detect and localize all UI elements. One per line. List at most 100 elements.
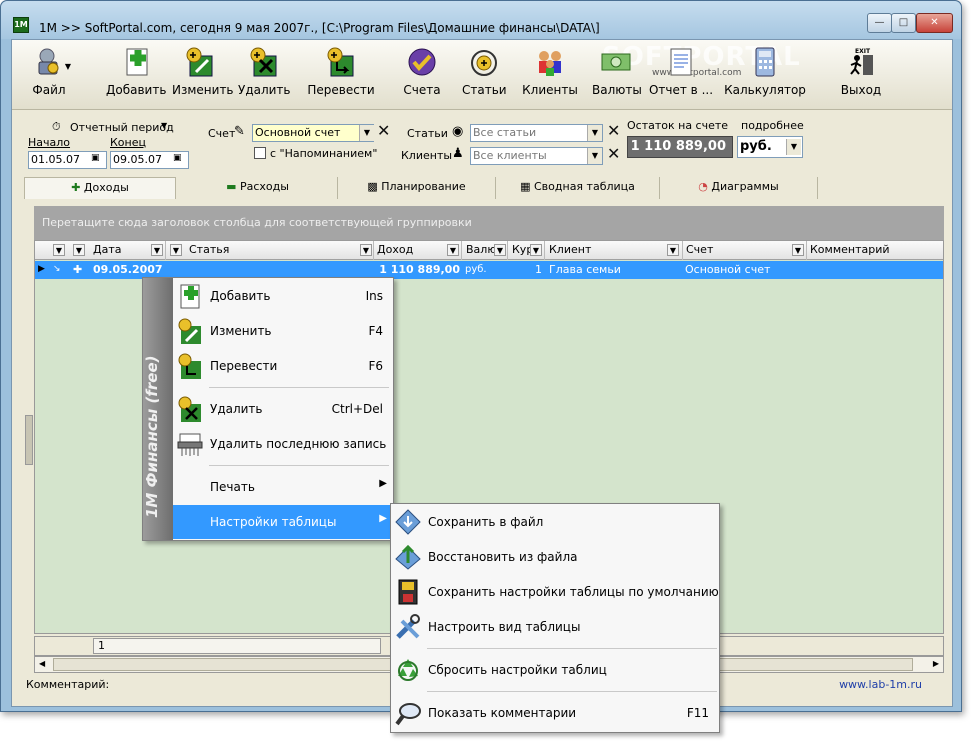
chevron-down-icon[interactable]: ▼ <box>53 244 65 256</box>
menu-item-print[interactable]: Печать ▶ <box>173 470 393 504</box>
column-income-label: Доход <box>377 243 414 256</box>
column-header-account[interactable]: Счет <box>683 241 807 260</box>
clients-button[interactable]: Клиенты <box>522 46 578 102</box>
menu-item-table-settings[interactable]: Настройки таблицы ▶ <box>173 505 393 539</box>
submenu-arrow-icon: ▶ <box>379 478 387 489</box>
chevron-down-icon[interactable]: ▼ <box>447 244 459 256</box>
calendar-icon[interactable]: ▣ <box>173 153 182 163</box>
chevron-down-icon[interactable]: ▼ <box>786 139 801 155</box>
add-button[interactable]: Добавить <box>106 46 166 102</box>
chevron-down-icon[interactable]: ▼ <box>151 244 163 256</box>
column-date-label: Дата <box>93 243 122 256</box>
reminder-checkbox[interactable] <box>254 147 266 159</box>
maximize-button[interactable]: □ <box>891 13 916 33</box>
articles-filter-icon: ◉ <box>452 124 464 139</box>
column-header-client[interactable]: Клиент <box>546 241 683 260</box>
chevron-down-icon[interactable]: ▼ <box>530 244 542 256</box>
currencies-icon <box>600 46 632 78</box>
submenu-item-customize-label: Настроить вид таблицы <box>428 620 581 634</box>
toolbar: SOFTPORTAL www.softportal.com ▼ Файл Доб… <box>12 40 952 110</box>
chevron-down-icon[interactable]: ▼ <box>359 125 374 141</box>
clients-label: Клиенты <box>522 83 578 97</box>
title-bar[interactable]: 1M 1М >> SoftPortal.com, сегодня 9 мая 2… <box>1 1 961 39</box>
tab-charts[interactable]: ◔ Диаграммы <box>660 177 818 199</box>
tab-expenses[interactable]: ▬ Расходы <box>178 177 338 199</box>
scroll-left-icon[interactable]: ◀ <box>39 659 45 668</box>
menu-item-delete[interactable]: Удалить Ctrl+Del <box>173 392 393 426</box>
chevron-down-icon[interactable]: ▼ <box>73 244 85 256</box>
add-label: Добавить <box>106 83 167 97</box>
report-button[interactable]: Отчет в ... <box>648 46 714 102</box>
chevron-down-icon[interactable]: ▼ <box>360 244 372 256</box>
clear-articles-icon[interactable]: ✕ <box>607 121 620 140</box>
column-currency-label: Валю <box>466 243 497 256</box>
cell-rate: 1 <box>535 263 542 276</box>
submenu-item-customize[interactable]: Настроить вид таблицы <box>391 610 719 644</box>
articles-select[interactable]: Все статьи <box>470 124 603 142</box>
scroll-right-icon[interactable]: ▶ <box>933 659 939 668</box>
edit-button[interactable]: Изменить <box>172 46 234 102</box>
details-link[interactable]: подробнее <box>741 119 804 132</box>
tab-planning[interactable]: ▩ Планирование <box>338 177 496 199</box>
menu-item-add[interactable]: Добавить Ins <box>173 279 393 313</box>
chevron-down-icon[interactable]: ▼ <box>161 121 167 130</box>
tab-expenses-label: Расходы <box>239 180 289 193</box>
menu-item-delete-shortcut: Ctrl+Del <box>331 402 383 416</box>
column-header-comment[interactable]: Комментарий <box>807 241 943 260</box>
person-icon: ♟ <box>452 146 464 161</box>
submenu-item-save-to-file[interactable]: Сохранить в файл <box>391 505 719 539</box>
submenu-arrow-icon: ▶ <box>379 513 387 524</box>
submenu-item-show-comments[interactable]: Показать комментарии F11 <box>391 696 719 730</box>
chevron-down-icon[interactable]: ▼ <box>494 244 506 256</box>
delete-button[interactable]: Удалить <box>238 46 291 102</box>
menu-item-delete-last[interactable]: Удалить последнюю запись <box>173 427 393 461</box>
submenu-item-restore[interactable]: Восстановить из файла <box>391 540 719 574</box>
minimize-button[interactable]: — <box>867 13 892 33</box>
website-link[interactable]: www.lab-1m.ru <box>839 678 922 691</box>
tab-summary[interactable]: ▦ Сводная таблица <box>496 177 660 199</box>
transfer-button[interactable]: Перевести <box>306 46 376 102</box>
articles-button[interactable]: Статьи <box>462 46 507 102</box>
currencies-button[interactable]: Валюты <box>592 46 642 102</box>
footer-count: 1 <box>93 638 381 654</box>
currency-value: руб. <box>740 139 772 154</box>
submenu-item-save-label: Сохранить в файл <box>428 515 544 529</box>
end-date-value: 09.05.07 <box>113 153 162 166</box>
clear-account-icon[interactable]: ✕ <box>377 121 390 140</box>
tab-income[interactable]: ✚ Доходы <box>24 177 176 199</box>
close-button[interactable]: ✕ <box>916 13 953 33</box>
group-hint: Перетащите сюда заголовок столбца для со… <box>42 216 472 229</box>
tab-charts-label: Диаграммы <box>711 180 779 193</box>
grid-header: ▼ ▼ Дата ▼ ▼ Статья ▼ Доход ▼ Валю ▼ Кур… <box>35 241 943 260</box>
submenu-item-reset[interactable]: Сбросить настройки таблиц <box>391 653 719 687</box>
chevron-down-icon[interactable]: ▼ <box>792 244 804 256</box>
chevron-down-icon[interactable]: ▼ <box>170 244 182 256</box>
period-dropdown[interactable]: Отчетный период <box>70 121 174 134</box>
menu-item-edit[interactable]: Изменить F4 <box>173 314 393 348</box>
calculator-button[interactable]: Калькулятор <box>724 46 806 102</box>
exit-button[interactable]: EXIT Выход <box>838 46 884 102</box>
chevron-down-icon[interactable]: ▼ <box>587 125 602 141</box>
submenu-item-save-defaults-label: Сохранить настройки таблицы по умолчанию <box>428 585 719 599</box>
chevron-down-icon[interactable]: ▼ <box>587 148 602 164</box>
splitter-handle[interactable] <box>25 415 33 465</box>
transfer-label: Перевести <box>307 83 375 97</box>
planning-icon: ▩ <box>367 180 378 193</box>
accounts-button[interactable]: Счета <box>400 46 444 102</box>
calendar-icon[interactable]: ▣ <box>91 153 100 163</box>
cell-date: 09.05.2007 <box>93 263 163 276</box>
chevron-down-icon[interactable]: ▼ <box>667 244 679 256</box>
expand-icon[interactable]: ↘ <box>53 261 61 278</box>
group-by-panel[interactable]: Перетащите сюда заголовок столбца для со… <box>34 206 944 240</box>
account-select[interactable]: Основной счет <box>252 124 374 142</box>
menu-separator <box>427 691 717 692</box>
edit-icon <box>184 46 216 78</box>
submenu-item-show-comments-label: Показать комментарии <box>428 706 577 720</box>
menu-item-transfer[interactable]: Перевести F6 <box>173 349 393 383</box>
clear-clients-icon[interactable]: ✕ <box>607 144 620 163</box>
file-button[interactable]: ▼ Файл <box>26 46 72 102</box>
clients-select[interactable]: Все клиенты <box>470 147 603 165</box>
column-header-article[interactable]: Статья <box>186 241 374 260</box>
clients-icon <box>534 46 566 78</box>
submenu-item-save-defaults[interactable]: Сохранить настройки таблицы по умолчанию <box>391 575 719 609</box>
